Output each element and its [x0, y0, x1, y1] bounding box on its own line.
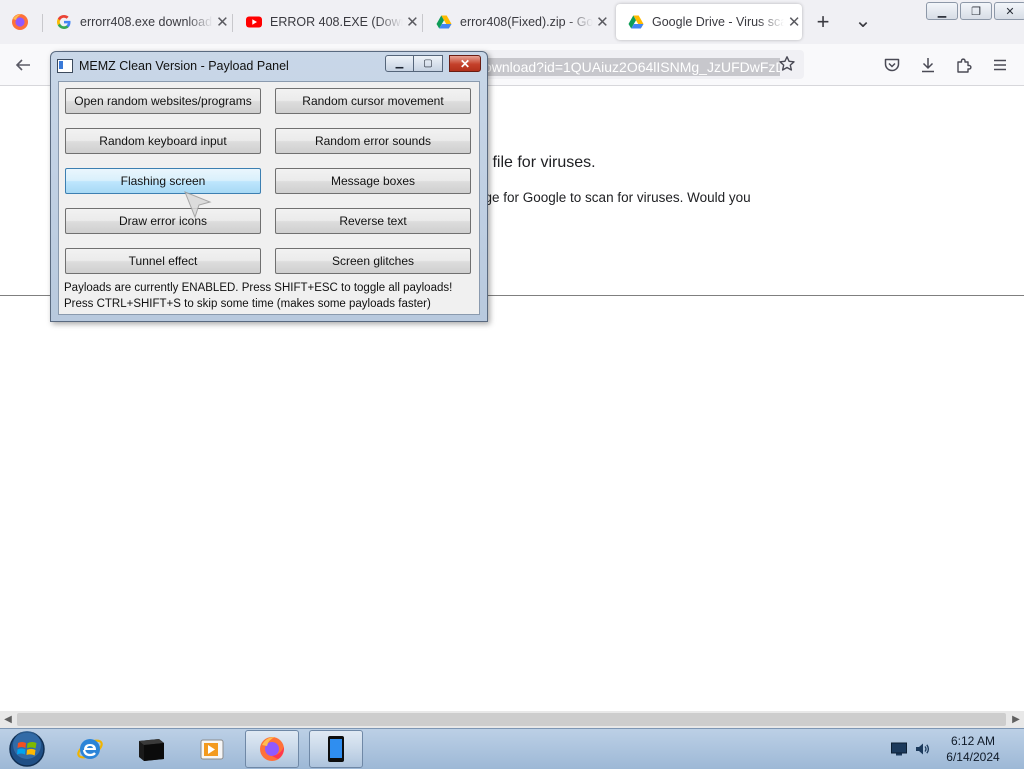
virus-scan-heading: s file for viruses.: [480, 154, 596, 171]
payload-button-open-random-websites[interactable]: Open random websites/programs: [65, 88, 261, 114]
payload-button-random-error-sounds[interactable]: Random error sounds: [275, 128, 471, 154]
tab-close-icon[interactable]: ✕: [786, 14, 802, 31]
downloads-icon[interactable]: [917, 54, 939, 76]
start-button[interactable]: [2, 730, 52, 768]
tab-errorr408-download[interactable]: errorr408.exe download - ✕: [44, 4, 230, 40]
clock-time: 6:12 AM: [950, 734, 996, 748]
dialog-maximize-button[interactable]: ▢: [414, 55, 443, 72]
youtube-icon: [246, 16, 262, 28]
dialog-window-controls: ▁ ▢ ✕: [385, 55, 481, 72]
extensions-icon[interactable]: [953, 54, 975, 76]
tab-google-drive-virus-scan[interactable]: Google Drive - Virus scan ✕: [616, 4, 802, 40]
internet-explorer-icon: [77, 739, 103, 759]
dialog-close-button[interactable]: ✕: [449, 55, 481, 72]
pocket-icon[interactable]: [881, 54, 903, 76]
scroll-left-arrow-icon[interactable]: ◀: [0, 712, 16, 727]
tab-label: ERROR 408.EXE (Download: [270, 15, 403, 29]
new-tab-button[interactable]: +: [812, 9, 834, 34]
payload-button-random-cursor-movement[interactable]: Random cursor movement: [275, 88, 471, 114]
window-close-button[interactable]: ✕: [994, 2, 1024, 20]
firefox-icon[interactable]: [8, 10, 32, 34]
memz-payload-panel: MEMZ Clean Version - Payload Panel ▁ ▢ ✕…: [50, 51, 488, 322]
bookmark-star-icon[interactable]: [778, 55, 796, 78]
horizontal-scrollbar[interactable]: ◀ ▶: [0, 711, 1024, 728]
virus-scan-message: rge for Google to scan for viruses. Woul…: [480, 190, 751, 205]
payload-button-draw-error-icons[interactable]: Draw error icons: [65, 208, 261, 234]
application-icon: [57, 59, 73, 73]
mouse-cursor-icon: [184, 191, 212, 219]
google-g-icon: [57, 15, 71, 29]
taskbar-terminal[interactable]: [124, 730, 178, 768]
payload-button-reverse-text[interactable]: Reverse text: [275, 208, 471, 234]
volume-tray-icon[interactable]: [912, 730, 934, 768]
taskbar-media-player[interactable]: [185, 730, 239, 768]
taskbar-internet-explorer[interactable]: [63, 730, 117, 768]
taskbar-clock[interactable]: 6:12 AM 6/14/2024: [936, 733, 1010, 765]
google-drive-icon: [436, 15, 452, 29]
windows-start-orb-icon: [9, 731, 45, 767]
tab-label: errorr408.exe download -: [80, 15, 213, 29]
hamburger-menu-icon[interactable]: [989, 54, 1011, 76]
payload-button-random-keyboard-input[interactable]: Random keyboard input: [65, 128, 261, 154]
tab-error408-youtube[interactable]: ERROR 408.EXE (Download ✕: [234, 4, 420, 40]
taskbar-firefox[interactable]: [245, 730, 299, 768]
window-minimize-button[interactable]: ▁: [926, 2, 958, 20]
speaker-icon: [916, 743, 930, 755]
url-text[interactable]: ownload?id=1QUAiuz2O64lISNMg_JzUFDwFzD: [480, 58, 780, 76]
skip-time-hint-text: Press CTRL+SHIFT+S to skip some time (ma…: [64, 298, 431, 310]
tab-strip: errorr408.exe download - ✕ ERROR 408.EXE…: [0, 0, 1024, 44]
payload-panel-body: Open random websites/programs Random cur…: [58, 81, 480, 315]
tab-label: Google Drive - Virus scan: [652, 15, 785, 29]
scrollbar-thumb[interactable]: [17, 713, 1006, 726]
dialog-title: MEMZ Clean Version - Payload Panel: [79, 59, 289, 73]
clock-date: 6/14/2024: [946, 750, 1000, 764]
payload-button-tunnel-effect[interactable]: Tunnel effect: [65, 248, 261, 274]
tab-close-icon[interactable]: ✕: [405, 14, 420, 31]
tab-error408-zip-drive[interactable]: error408(Fixed).zip - Goo ✕: [424, 4, 610, 40]
payload-button-flashing-screen[interactable]: Flashing screen: [65, 168, 261, 194]
payload-button-message-boxes[interactable]: Message boxes: [275, 168, 471, 194]
firefox-icon: [260, 737, 284, 761]
payload-button-screen-glitches[interactable]: Screen glitches: [275, 248, 471, 274]
google-drive-icon: [628, 15, 644, 29]
media-player-icon: [200, 739, 224, 760]
payload-status-text: Payloads are currently ENABLED. Press SH…: [64, 282, 453, 294]
terminal-icon: [139, 739, 164, 761]
action-center-tray-icon[interactable]: [888, 730, 910, 768]
window-controls: ▁ ❐ ✕: [926, 2, 1024, 20]
dialog-minimize-button[interactable]: ▁: [385, 55, 414, 72]
back-arrow-icon[interactable]: [12, 54, 34, 76]
list-all-tabs-icon[interactable]: ⌄: [852, 9, 874, 32]
monitor-tray-icon: [891, 742, 907, 756]
tab-close-icon[interactable]: ✕: [595, 14, 610, 31]
tab-close-icon[interactable]: ✕: [215, 14, 230, 31]
memz-app-icon: [328, 736, 344, 762]
tab-label: error408(Fixed).zip - Goo: [460, 15, 593, 29]
window-restore-button[interactable]: ❐: [960, 2, 992, 20]
scroll-right-arrow-icon[interactable]: ▶: [1008, 712, 1024, 727]
windows-taskbar: 6:12 AM 6/14/2024: [0, 728, 1024, 769]
taskbar-memz[interactable]: [309, 730, 363, 768]
